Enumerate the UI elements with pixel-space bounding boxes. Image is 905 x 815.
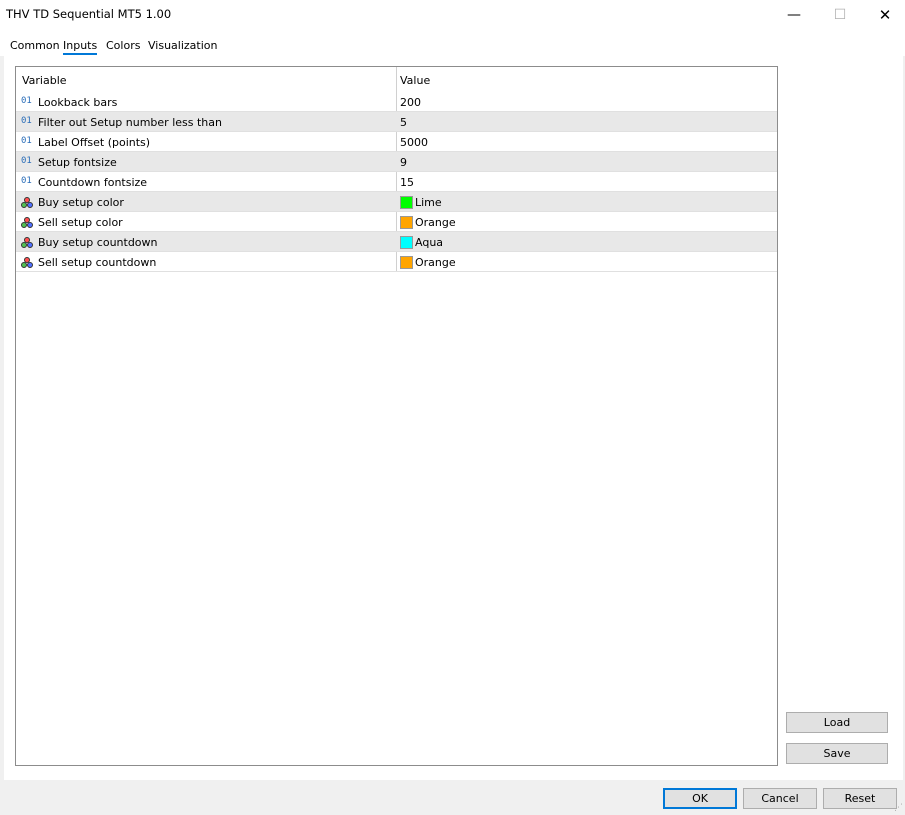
param-name: Sell setup countdown — [38, 256, 157, 269]
color-swatch — [400, 216, 413, 229]
color-param-icon — [21, 237, 33, 248]
param-value-text: Orange — [415, 256, 456, 269]
cancel-button[interactable]: Cancel — [743, 788, 817, 809]
table-row[interactable]: Buy setup countdown Aqua — [16, 232, 777, 252]
table-row[interactable]: 01 Countdown fontsize 15 — [16, 172, 777, 192]
close-icon: ✕ — [878, 6, 892, 24]
color-swatch — [400, 256, 413, 269]
load-button[interactable]: Load — [786, 712, 888, 733]
param-name: Setup fontsize — [38, 156, 117, 169]
param-value[interactable]: Lime — [400, 196, 442, 209]
param-name: Sell setup color — [38, 216, 123, 229]
reset-button-label: Reset — [844, 792, 876, 805]
param-value[interactable]: 5000 — [400, 136, 428, 149]
param-value[interactable]: Orange — [400, 256, 456, 269]
color-param-icon — [21, 217, 33, 228]
resize-grip-icon[interactable]: ⋰ — [893, 803, 903, 813]
param-name: Buy setup color — [38, 196, 124, 209]
ok-button-label: OK — [692, 792, 708, 805]
param-value[interactable]: Aqua — [400, 236, 443, 249]
tab-inputs[interactable]: Inputs — [63, 39, 98, 55]
param-value-text: Lime — [415, 196, 442, 209]
ok-button[interactable]: OK — [663, 788, 737, 809]
tab-colors[interactable]: Colors — [106, 39, 140, 52]
inputs-grid: Variable Value 01 Lookback bars 200 01 F… — [15, 66, 778, 766]
param-value-text: Orange — [415, 216, 456, 229]
table-row[interactable]: Sell setup countdown Orange — [16, 252, 777, 272]
header-value[interactable]: Value — [400, 74, 430, 87]
table-row[interactable]: 01 Label Offset (points) 5000 — [16, 132, 777, 152]
number-param-icon: 01 — [21, 156, 32, 166]
table-row[interactable]: Sell setup color Orange — [16, 212, 777, 232]
load-button-label: Load — [823, 716, 851, 729]
cancel-button-label: Cancel — [761, 792, 799, 805]
color-swatch — [400, 236, 413, 249]
minimize-button[interactable]: — — [771, 0, 817, 30]
tab-bar: Common Inputs Colors Visualization — [0, 30, 905, 56]
save-button-label: Save — [823, 747, 851, 760]
table-row[interactable]: Buy setup color Lime — [16, 192, 777, 212]
tab-visualization[interactable]: Visualization — [148, 39, 217, 52]
maximize-button[interactable]: ☐ — [817, 0, 863, 30]
param-value-text: 5 — [400, 116, 407, 129]
param-name: Countdown fontsize — [38, 176, 148, 189]
window-title: THV TD Sequential MT5 1.00 — [6, 7, 172, 21]
param-name: Lookback bars — [38, 96, 118, 109]
minimize-icon: — — [787, 7, 801, 23]
table-row[interactable]: 01 Filter out Setup number less than 5 — [16, 112, 777, 132]
param-value-text: Aqua — [415, 236, 444, 249]
color-param-icon — [21, 197, 33, 208]
color-param-icon — [21, 257, 33, 268]
tab-common[interactable]: Common — [10, 39, 60, 52]
param-value-text: 9 — [400, 156, 407, 169]
maximize-icon: ☐ — [833, 7, 847, 23]
table-row[interactable]: 01 Setup fontsize 9 — [16, 152, 777, 172]
param-value[interactable]: Orange — [400, 216, 456, 229]
param-value[interactable]: 5 — [400, 116, 407, 129]
param-value-text: 200 — [400, 96, 421, 109]
title-bar: THV TD Sequential MT5 1.00 — ☐ ✕ — [0, 0, 905, 30]
number-param-icon: 01 — [21, 116, 32, 126]
param-value[interactable]: 9 — [400, 156, 407, 169]
param-name: Label Offset (points) — [38, 136, 151, 149]
number-param-icon: 01 — [21, 176, 32, 186]
color-swatch — [400, 196, 413, 209]
param-name: Filter out Setup number less than — [38, 116, 222, 129]
header-variable[interactable]: Variable — [22, 74, 67, 87]
param-value[interactable]: 15 — [400, 176, 414, 189]
close-button[interactable]: ✕ — [862, 0, 905, 30]
table-row[interactable]: 01 Lookback bars 200 — [16, 92, 777, 112]
number-param-icon: 01 — [21, 136, 32, 146]
save-button[interactable]: Save — [786, 743, 888, 764]
number-param-icon: 01 — [21, 96, 32, 106]
reset-button[interactable]: Reset — [823, 788, 897, 809]
param-value-text: 15 — [400, 176, 414, 189]
param-name: Buy setup countdown — [38, 236, 158, 249]
param-value[interactable]: 200 — [400, 96, 421, 109]
param-value-text: 5000 — [400, 136, 428, 149]
